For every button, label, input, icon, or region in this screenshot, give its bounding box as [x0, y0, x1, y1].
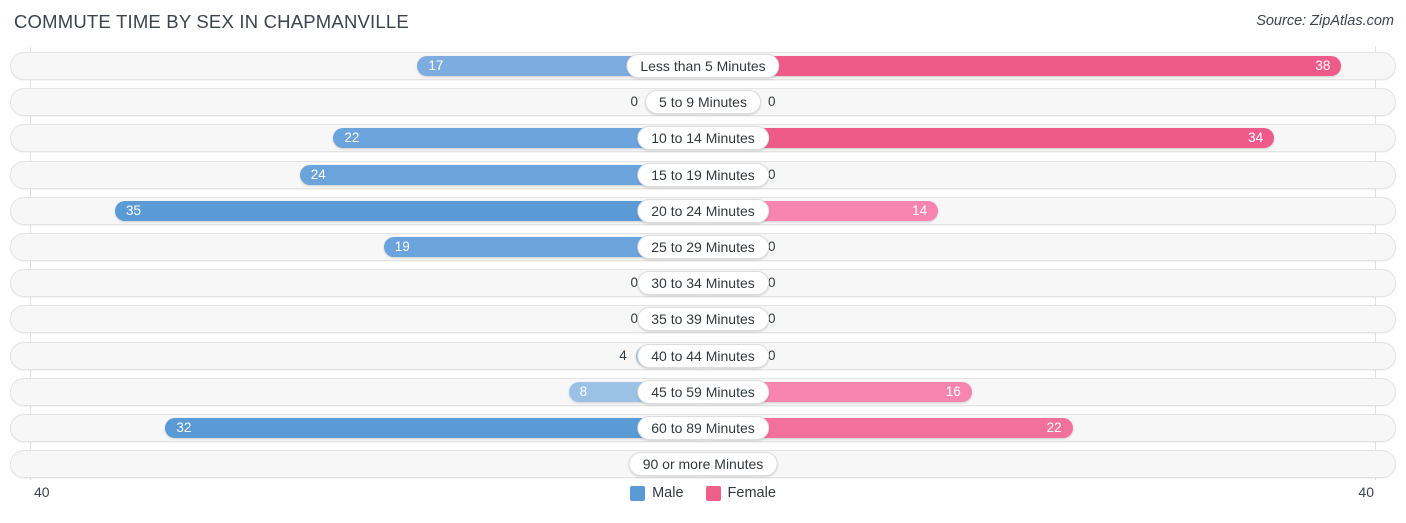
table-row: 0 0 30 to 34 Minutes — [10, 269, 1396, 298]
table-row: 24 0 15 to 19 Minutes — [10, 160, 1396, 189]
table-row: 0090 or more Minutes — [10, 450, 1396, 479]
table-row: 22 34 10 to 14 Minutes — [10, 124, 1396, 153]
category-label: 15 to 19 Minutes — [637, 162, 769, 187]
table-row: 0 0 35 to 39 Minutes — [10, 305, 1396, 334]
chart-legend: Male Female — [0, 485, 1406, 501]
table-row: 8 16 45 to 59 Minutes — [10, 377, 1396, 406]
bar-value-female: 14 — [912, 202, 928, 218]
bar-value-female: 0 — [768, 166, 776, 182]
bar-value-male: 24 — [310, 166, 326, 182]
legend-swatch-icon — [630, 485, 646, 501]
category-label: 5 to 9 Minutes — [645, 90, 761, 115]
table-row: 32 22 60 to 89 Minutes — [10, 414, 1396, 442]
bar-value-male: 32 — [176, 420, 192, 435]
table-row: 19 0 25 to 29 Minutes — [10, 233, 1396, 261]
category-label: 40 to 44 Minutes — [637, 343, 769, 368]
bar-female — [703, 128, 1275, 149]
bar-value-female: 0 — [768, 239, 776, 254]
bar-value-male: 22 — [344, 130, 360, 146]
bar-value-female: 16 — [945, 383, 961, 399]
bar-male — [115, 200, 703, 221]
bar-value-male: 0 — [630, 94, 638, 110]
bar-value-male: 8 — [579, 383, 588, 399]
table-row: 4 0 40 to 44 Minutes — [10, 341, 1396, 370]
bar-female — [703, 56, 1342, 76]
table-row: 0 0 5 to 9 Minutes — [10, 88, 1396, 117]
legend-item-female[interactable]: Female — [705, 485, 776, 501]
category-label: 20 to 24 Minutes — [637, 198, 769, 223]
legend-item-male[interactable]: Male — [630, 485, 684, 501]
category-label: 10 to 14 Minutes — [637, 126, 769, 151]
bar-value-female: 22 — [1046, 420, 1062, 435]
legend-label: Male — [652, 485, 684, 501]
bar-value-male: 4 — [619, 347, 627, 363]
bar-value-female: 38 — [1315, 58, 1331, 73]
bar-value-female: 0 — [768, 275, 776, 291]
bar-value-female: 0 — [768, 311, 776, 327]
bar-value-male: 19 — [394, 239, 410, 254]
table-row: 17 38 Less than 5 Minutes — [10, 52, 1396, 80]
chart-header: COMMUTE TIME BY SEX IN CHAPMANVILLE Sour… — [0, 0, 1406, 46]
category-label: 25 to 29 Minutes — [637, 235, 769, 259]
page-title: COMMUTE TIME BY SEX IN CHAPMANVILLE — [14, 11, 409, 32]
bar-value-female: 0 — [768, 94, 776, 110]
chart-footer: 40 40 Male Female — [0, 480, 1406, 523]
bar-value-male: 17 — [428, 58, 444, 73]
category-label: Less than 5 Minutes — [626, 54, 780, 78]
category-label: 90 or more Minutes — [628, 452, 778, 477]
category-label: 60 to 89 Minutes — [637, 416, 769, 440]
bar-value-male: 35 — [126, 202, 142, 218]
bar-male — [165, 418, 703, 438]
category-label: 45 to 59 Minutes — [637, 379, 769, 404]
chart-plot-area: 17 38 Less than 5 Minutes 0 0 5 to 9 Minutes 2… — [0, 46, 1406, 480]
source-label: Source: ZipAtlas.com — [1256, 13, 1394, 29]
bar-value-female: 0 — [768, 347, 776, 363]
legend-swatch-icon — [705, 485, 721, 501]
table-row: 35 14 20 to 24 Minutes — [10, 196, 1396, 225]
bar-value-female: 34 — [1248, 130, 1264, 146]
category-label: 35 to 39 Minutes — [637, 307, 769, 332]
category-label: 30 to 34 Minutes — [637, 271, 769, 296]
legend-label: Female — [727, 485, 776, 501]
